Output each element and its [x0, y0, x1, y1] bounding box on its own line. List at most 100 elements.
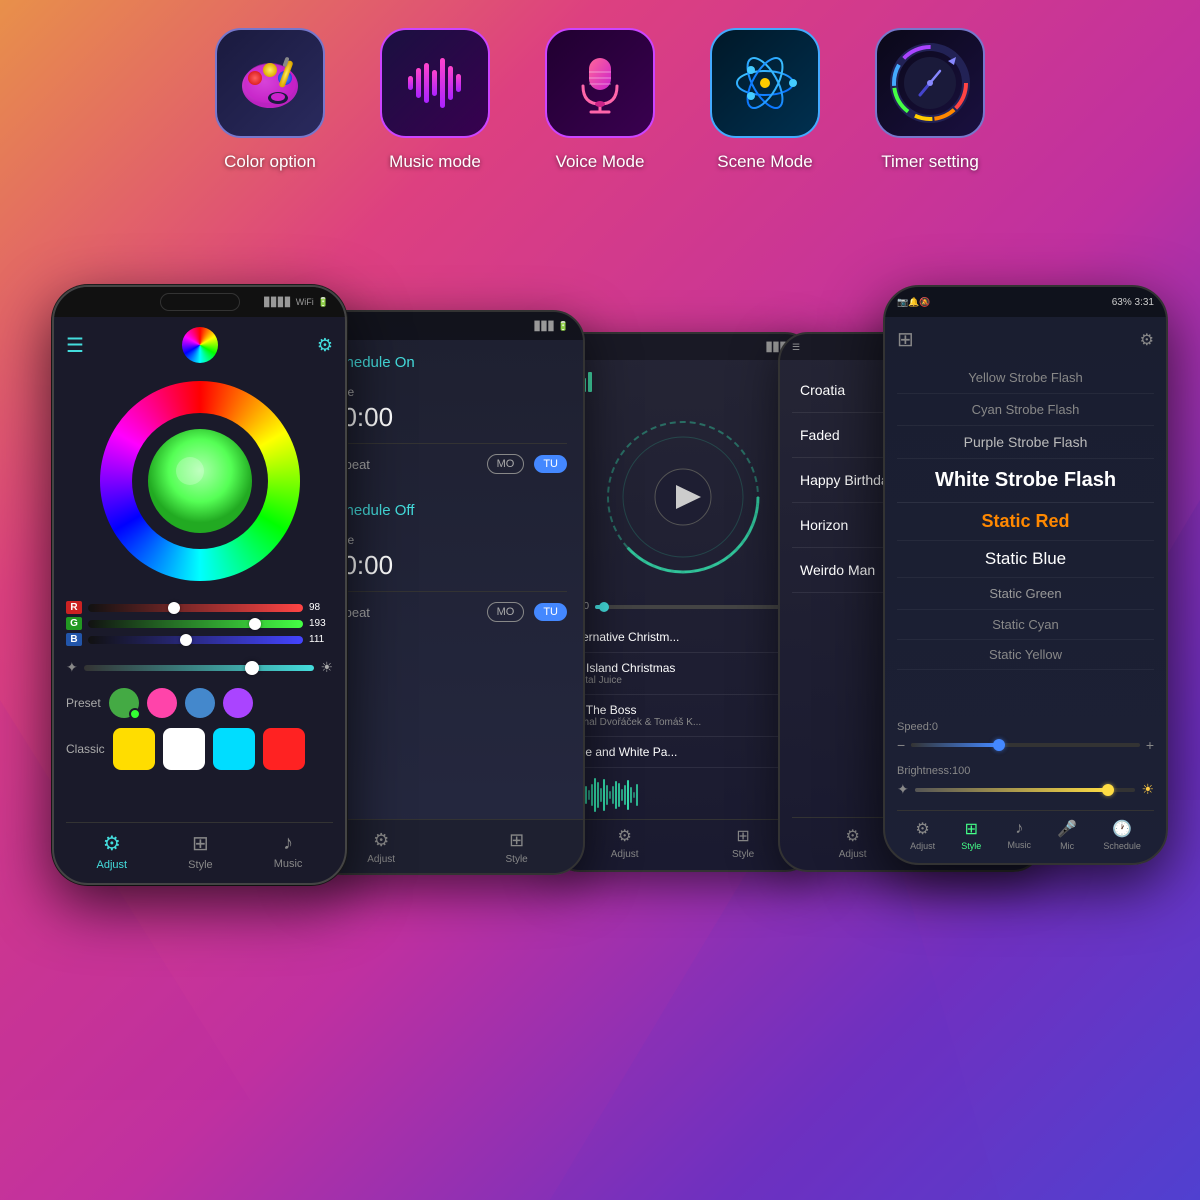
p3-style-label: Style: [732, 849, 754, 860]
p5-nav-adjust[interactable]: ⚙ Adjust: [910, 819, 935, 851]
brightness-track[interactable]: [915, 788, 1136, 792]
b-track[interactable]: [88, 636, 303, 644]
mode-purple-strobe[interactable]: Purple Strobe Flash: [897, 426, 1154, 459]
mode-static-blue[interactable]: Static Blue: [897, 541, 1154, 578]
eq-circle-svg: [593, 407, 773, 587]
nav-music[interactable]: ♪ Music: [274, 832, 303, 870]
repeat-off-label: Repeat: [328, 605, 477, 620]
nav-style[interactable]: ⊞ Style: [188, 831, 212, 871]
phone1-menu-icon: ☰: [66, 333, 84, 358]
speed-track[interactable]: [911, 743, 1140, 747]
g-track[interactable]: [88, 620, 303, 628]
classic-white[interactable]: [163, 728, 205, 770]
phone5-status-text: 63% 3:31: [1112, 297, 1154, 308]
mode-static-cyan[interactable]: Static Cyan: [897, 610, 1154, 640]
brightness-star-icon: ✦: [66, 659, 78, 676]
mode-yellow-strobe[interactable]: Yellow Strobe Flash: [897, 362, 1154, 394]
preset-pink[interactable]: [147, 688, 177, 718]
p5-gear-icon[interactable]: ⚙: [1140, 330, 1154, 350]
feature-voice-mode: Voice Mode: [545, 28, 655, 172]
b-label: B: [66, 633, 82, 646]
progress-track[interactable]: [595, 605, 801, 609]
features-section: Color option Music mode: [0, 28, 1200, 172]
phone5: 📷🔔🔕 63% 3:31 ⊞ ⚙ Yellow Strobe Flash Cya…: [883, 285, 1168, 865]
adjust-label: Adjust: [97, 859, 128, 871]
p5-nav-schedule[interactable]: 🕐 Schedule: [1103, 819, 1141, 851]
time-off-value: 00:00: [328, 550, 567, 581]
mode-cyan-strobe[interactable]: Cyan Strobe Flash: [897, 394, 1154, 426]
p2-adjust-label: Adjust: [367, 854, 395, 865]
phone5-bottom-nav: ⚙ Adjust ⊞ Style ♪ Music 🎤 Mic 🕐 Sch: [897, 810, 1154, 853]
p4-nav-adjust[interactable]: ⚙ Adjust: [839, 826, 867, 860]
day-tu-2[interactable]: TU: [534, 603, 567, 621]
palette-icon: [235, 48, 305, 118]
p2-nav-adjust[interactable]: ⚙ Adjust: [367, 830, 395, 865]
day-mo-1[interactable]: MO: [487, 454, 525, 474]
day-mo-2[interactable]: MO: [487, 602, 525, 622]
p5-adjust-label: Adjust: [910, 841, 935, 851]
preset-blue[interactable]: [185, 688, 215, 718]
song-title: An Island Christmas: [568, 661, 797, 675]
schedule-on-title: Schedule On: [328, 354, 567, 371]
brightness-label: Brightness:100: [897, 765, 970, 777]
color-option-icon: [215, 28, 325, 138]
p3-nav-style[interactable]: ⊞ Style: [732, 826, 754, 860]
classic-yellow[interactable]: [113, 728, 155, 770]
color-option-label: Color option: [224, 152, 316, 172]
phone1-color-circle: [182, 327, 218, 363]
schedule-off-title: Schedule Off: [328, 502, 567, 519]
speed-section: Speed:0 − +: [897, 721, 1154, 753]
song-be-the-boss[interactable]: Be The Boss Michal Dvořáček & Tomáš K...: [564, 695, 801, 737]
timer-setting-label: Timer setting: [881, 152, 979, 172]
speed-minus-icon[interactable]: −: [897, 737, 905, 753]
rgb-sliders: R 98 G 193 B: [66, 598, 333, 649]
mode-white-strobe[interactable]: White Strobe Flash: [897, 459, 1154, 503]
p5-nav-music[interactable]: ♪ Music: [1008, 820, 1032, 850]
p5-music-label: Music: [1008, 840, 1032, 850]
modes-list: Yellow Strobe Flash Cyan Strobe Flash Pu…: [897, 362, 1154, 715]
song-blue-white[interactable]: Blue and White Pa...: [564, 737, 801, 768]
phone1-bottom-nav: ⚙ Adjust ⊞ Style ♪ Music: [66, 822, 333, 873]
song-island-christmas[interactable]: An Island Christmas Digital Juice: [564, 653, 801, 695]
waveform: [564, 777, 801, 813]
song-alt-christmas[interactable]: Alternative Christm...: [564, 622, 801, 653]
p3-nav-adjust[interactable]: ⚙ Adjust: [611, 826, 639, 860]
mode-static-green[interactable]: Static Green: [897, 578, 1154, 610]
speed-label: Speed:0: [897, 721, 938, 733]
g-value: 193: [309, 618, 333, 629]
feature-scene-mode: Scene Mode: [710, 28, 820, 172]
preset-purple[interactable]: [223, 688, 253, 718]
adjust-icon: ⚙: [103, 831, 121, 856]
mode-static-yellow[interactable]: Static Yellow: [897, 640, 1154, 670]
mode-static-red[interactable]: Static Red: [897, 503, 1154, 541]
classic-red[interactable]: [263, 728, 305, 770]
color-wheel-svg[interactable]: [95, 376, 305, 586]
schedule-off-section: Schedule Off Time 00:00 Repeat MO TU: [328, 502, 567, 622]
phone1: ▊▊▊▊WiFi🔋 ☰ ⚙: [52, 285, 347, 885]
brightness-slider[interactable]: [84, 665, 315, 671]
cyan-strobe-label: Cyan Strobe Flash: [972, 402, 1080, 417]
r-track[interactable]: [88, 604, 303, 612]
b-value: 111: [309, 634, 333, 645]
speed-plus-icon[interactable]: +: [1146, 737, 1154, 753]
day-tu-1[interactable]: TU: [534, 455, 567, 473]
scene-mode-label: Scene Mode: [717, 152, 812, 172]
p5-style-label: Style: [961, 841, 981, 851]
phone3-status-bar: ☰ ▊▊▊ 🔋: [552, 334, 813, 360]
time-on-value: 00:00: [328, 402, 567, 433]
p5-nav-style[interactable]: ⊞ Style: [961, 819, 981, 851]
p2-nav-style[interactable]: ⊞ Style: [506, 830, 528, 865]
nav-adjust[interactable]: ⚙ Adjust: [97, 831, 128, 871]
p4-adjust-label: Adjust: [839, 849, 867, 860]
voice-mode-icon: [545, 28, 655, 138]
classic-cyan[interactable]: [213, 728, 255, 770]
brightness-section: Brightness:100 ✦ ☀: [897, 765, 1154, 798]
p5-nav-mic[interactable]: 🎤 Mic: [1057, 819, 1077, 851]
song-title: Be The Boss: [568, 703, 797, 717]
music-label: Music: [274, 858, 303, 870]
schedule-on-section: Schedule On Time 00:00 Repeat MO TU: [328, 354, 567, 474]
phone2-bottom-nav: ⚙ Adjust ⊞ Style: [312, 819, 583, 873]
p5-grid-icon: ⊞: [897, 327, 914, 352]
music-icon: ♪: [283, 832, 293, 855]
preset-green[interactable]: [109, 688, 139, 718]
